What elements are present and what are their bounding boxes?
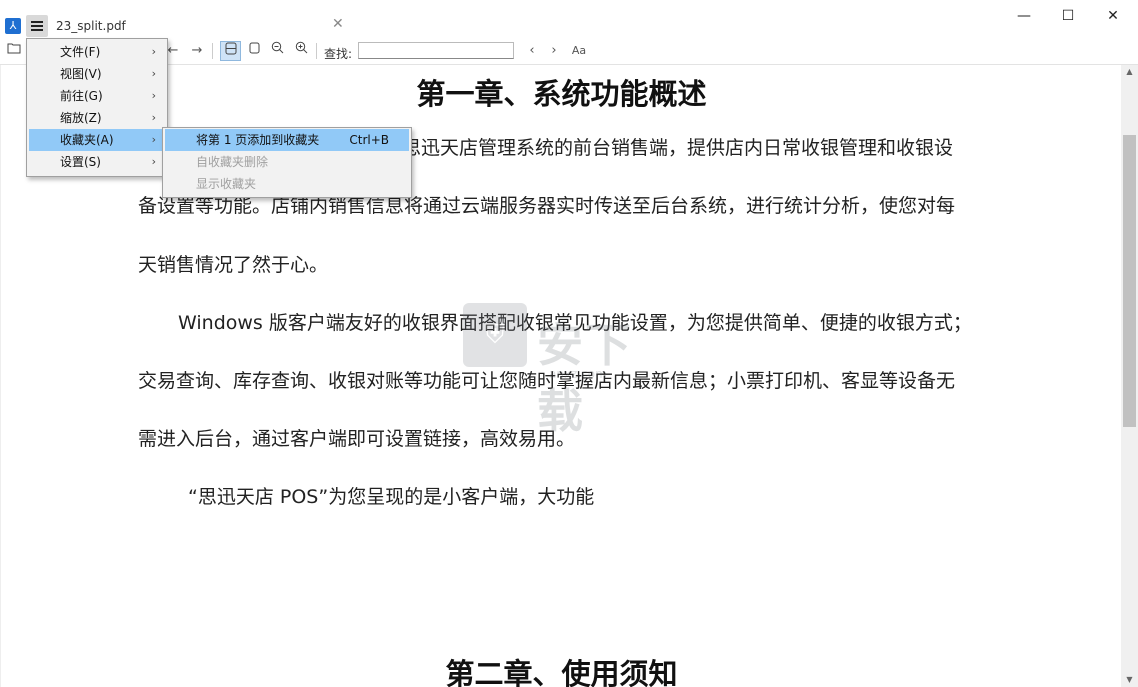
paragraph-line: 是思迅天店管理系统的前台销售端，提供店内日常收银管理和收银设 xyxy=(383,137,954,159)
paragraph-line: 需进入后台，通过客户端即可设置链接，高效易用。 xyxy=(138,428,576,450)
menu-item-favorites[interactable]: 收藏夹(A) › xyxy=(29,129,165,151)
document-tab-title[interactable]: 23_split.pdf xyxy=(56,19,126,33)
shield-icon: ⛨ xyxy=(463,303,527,367)
find-previous-icon[interactable]: ‹ xyxy=(525,41,539,61)
paragraph-line: 天销售情况了然于心。 xyxy=(138,254,329,276)
paragraph-line: “思迅天店 POS”为您呈现的是小客户端，大功能 xyxy=(188,486,595,508)
chevron-right-icon: › xyxy=(151,133,156,146)
favorites-submenu: 将第 1 页添加到收藏夹 Ctrl+B 自收藏夹删除 显示收藏夹 xyxy=(162,127,412,198)
menu-item-go[interactable]: 前往(G) › xyxy=(29,85,165,107)
chevron-right-icon: › xyxy=(151,155,156,168)
fit-width-icon[interactable] xyxy=(220,41,241,61)
zoom-in-icon[interactable] xyxy=(293,41,309,61)
close-window-button[interactable]: ✕ xyxy=(1103,6,1123,26)
chapter-1-heading: 第一章、系统功能概述 xyxy=(416,77,707,111)
title-bar: ⅄ 23_split.pdf ✕ — ☐ ✕ xyxy=(0,0,1138,38)
watermark-logo: ⛨ 安下载 anxz.com xyxy=(463,303,673,438)
find-input[interactable] xyxy=(358,42,514,59)
scrollbar-thumb[interactable] xyxy=(1123,135,1136,427)
menu-item-zoom[interactable]: 缩放(Z) › xyxy=(29,107,165,129)
vertical-scrollbar[interactable]: ▲ ▼ xyxy=(1121,65,1138,687)
menu-item-view[interactable]: 视图(V) › xyxy=(29,63,165,85)
menu-item-file[interactable]: 文件(F) › xyxy=(29,41,165,63)
hamburger-menu-button[interactable] xyxy=(26,15,48,37)
show-favorites-item[interactable]: 显示收藏夹 xyxy=(165,173,409,195)
scroll-down-icon[interactable]: ▼ xyxy=(1121,673,1138,687)
find-label: 查找: xyxy=(324,47,353,61)
forward-arrow-icon[interactable]: → xyxy=(189,41,205,61)
tab-close-icon[interactable]: ✕ xyxy=(332,16,344,32)
find-next-icon[interactable]: › xyxy=(547,41,561,61)
chevron-right-icon: › xyxy=(151,89,156,102)
minimize-button[interactable]: — xyxy=(1014,6,1034,26)
chevron-right-icon: › xyxy=(151,67,156,80)
chapter-2-heading: 第二章、使用须知 xyxy=(445,657,678,687)
remove-from-favorites-item[interactable]: 自收藏夹删除 xyxy=(165,151,409,173)
maximize-button[interactable]: ☐ xyxy=(1058,6,1078,26)
menu-item-settings[interactable]: 设置(S) › xyxy=(29,151,165,173)
chevron-right-icon: › xyxy=(151,111,156,124)
shortcut-label: Ctrl+B xyxy=(349,133,389,147)
zoom-out-icon[interactable] xyxy=(269,41,285,61)
main-menu: 文件(F) › 视图(V) › 前往(G) › 缩放(Z) › 收藏夹(A) › 设置(S… xyxy=(26,38,168,177)
chevron-right-icon: › xyxy=(151,45,156,58)
scroll-up-icon[interactable]: ▲ xyxy=(1121,65,1138,79)
open-folder-icon[interactable] xyxy=(5,41,23,61)
match-case-icon[interactable]: Aa xyxy=(570,41,588,61)
toolbar: ← → 查找: ‹ › Aa xyxy=(0,38,1138,65)
add-page-to-favorites-item[interactable]: 将第 1 页添加到收藏夹 Ctrl+B xyxy=(165,129,409,151)
app-logo-icon: ⅄ xyxy=(5,18,21,34)
fit-page-icon[interactable] xyxy=(246,41,262,61)
